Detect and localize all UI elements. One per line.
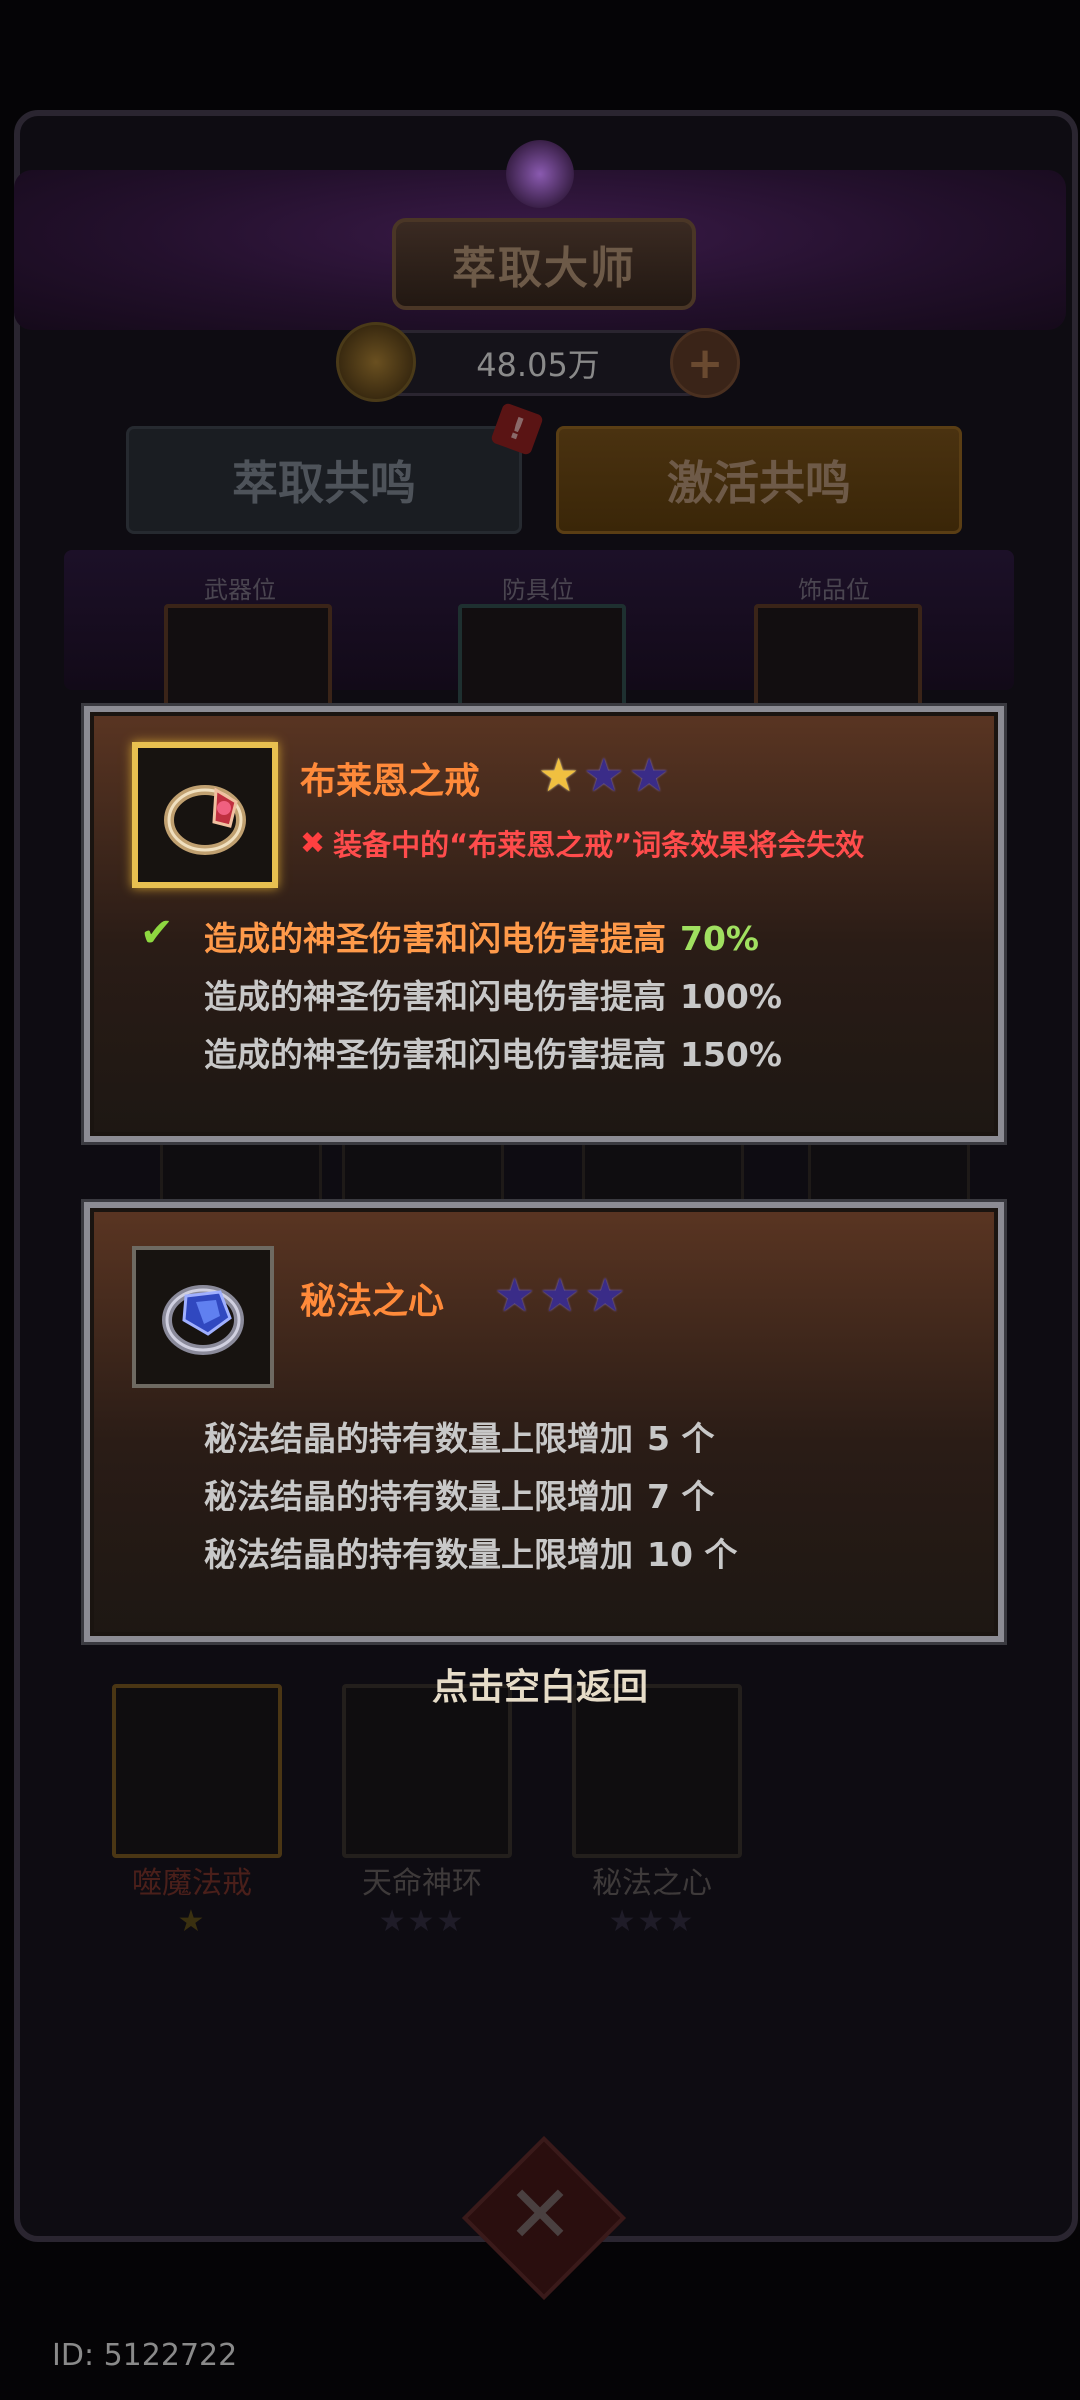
effect-line: 秘法结晶的持有数量上限增加 5 个	[204, 1412, 714, 1460]
effect-text: 造成的神圣伤害和闪电伤害提高	[204, 919, 666, 958]
effect-value: 100%	[680, 977, 782, 1016]
ring-icon	[138, 748, 272, 882]
accessory-slot[interactable]	[754, 604, 922, 712]
cross-icon: ✖	[300, 825, 326, 861]
star-rating: ★ ★ ★	[538, 752, 670, 798]
weapon-slot[interactable]	[164, 604, 332, 712]
item-detail-panel-new: 秘法之心 ★ ★ ★ 秘法结晶的持有数量上限增加 5 个 秘法结晶的持有数量上限增…	[81, 1199, 1007, 1645]
item-detail-panel-equipped: 布莱恩之戒 ★ ★ ★ ✖ 装备中的“布莱恩之戒”词条效果将会失效 ✔ 造成的神…	[81, 703, 1007, 1145]
item-card[interactable]	[572, 1684, 742, 1858]
effect-text: 秘法结晶的持有数量上限增加	[204, 1477, 633, 1516]
star-filled-icon: ★	[538, 748, 580, 802]
star-empty-icon: ★	[494, 1268, 536, 1322]
effect-value: 7 个	[647, 1477, 715, 1516]
warning-text: 装备中的“布莱恩之戒”词条效果将会失效	[333, 828, 865, 862]
effect-line: 秘法结晶的持有数量上限增加 10 个	[204, 1528, 737, 1576]
player-id: ID: 5122722	[52, 2338, 238, 2373]
item-stars: ★★★	[608, 1904, 696, 1939]
effect-value: 70%	[680, 919, 759, 958]
slot-label-weapon: 武器位	[204, 576, 276, 604]
tab-activate-resonance[interactable]: 激活共鸣	[556, 426, 962, 534]
background-scene: 萃取大师 48.05万 + 萃取共鸣 激活共鸣 ! 武器位 防具位 饰品位 噬魔…	[0, 0, 1080, 2400]
armor-slot[interactable]	[458, 604, 626, 712]
effect-text: 造成的神圣伤害和闪电伤害提高	[204, 977, 666, 1016]
coin-icon	[336, 322, 416, 402]
effect-line: 秘法结晶的持有数量上限增加 7 个	[204, 1470, 714, 1518]
star-empty-icon: ★	[584, 1268, 626, 1322]
currency-value: 48.05万	[476, 346, 600, 384]
warning-line: ✖ 装备中的“布莱恩之戒”词条效果将会失效	[300, 822, 864, 864]
orb-icon	[506, 140, 574, 208]
effect-text: 秘法结晶的持有数量上限增加	[204, 1535, 633, 1574]
tab-extract-resonance[interactable]: 萃取共鸣	[126, 426, 522, 534]
ring-icon	[136, 1250, 270, 1384]
effect-line: 造成的神圣伤害和闪电伤害提高 150%	[204, 1028, 782, 1076]
item-name: 布莱恩之戒	[300, 761, 481, 802]
item-slot	[132, 1246, 274, 1388]
item-card-selected[interactable]	[112, 1684, 282, 1858]
close-icon: ✕	[506, 2167, 574, 2261]
star-rating: ★ ★ ★	[494, 1272, 626, 1318]
add-currency-button[interactable]: +	[670, 328, 740, 398]
item-card[interactable]	[342, 1684, 512, 1858]
star-empty-icon: ★	[583, 748, 625, 802]
effect-line-active: 造成的神圣伤害和闪电伤害提高 70%	[204, 912, 759, 960]
item-name: 秘法之心	[300, 1281, 445, 1322]
effect-value: 150%	[680, 1035, 782, 1074]
page-title: 萃取大师	[452, 243, 636, 294]
effect-value: 10 个	[647, 1535, 738, 1574]
check-icon: ✔	[140, 910, 174, 956]
slot-label-accessory: 饰品位	[798, 576, 870, 604]
effect-text: 秘法结晶的持有数量上限增加	[204, 1419, 633, 1458]
star-empty-icon: ★	[539, 1268, 581, 1322]
item-name: 秘法之心	[592, 1866, 712, 1901]
item-stars: ★	[177, 1904, 207, 1939]
slot-label-armor: 防具位	[502, 576, 574, 604]
star-empty-icon: ★	[628, 748, 670, 802]
tap-to-return-hint[interactable]: 点击空白返回	[0, 1658, 1080, 1710]
item-stars: ★★★	[378, 1904, 466, 1939]
item-name: 天命神环	[362, 1866, 482, 1901]
effect-value: 5 个	[647, 1419, 715, 1458]
item-name: 噬魔法戒	[132, 1866, 252, 1901]
effect-line: 造成的神圣伤害和闪电伤害提高 100%	[204, 970, 782, 1018]
item-slot-equipped	[132, 742, 278, 888]
effect-text: 造成的神圣伤害和闪电伤害提高	[204, 1035, 666, 1074]
title-plate: 萃取大师	[392, 218, 696, 310]
